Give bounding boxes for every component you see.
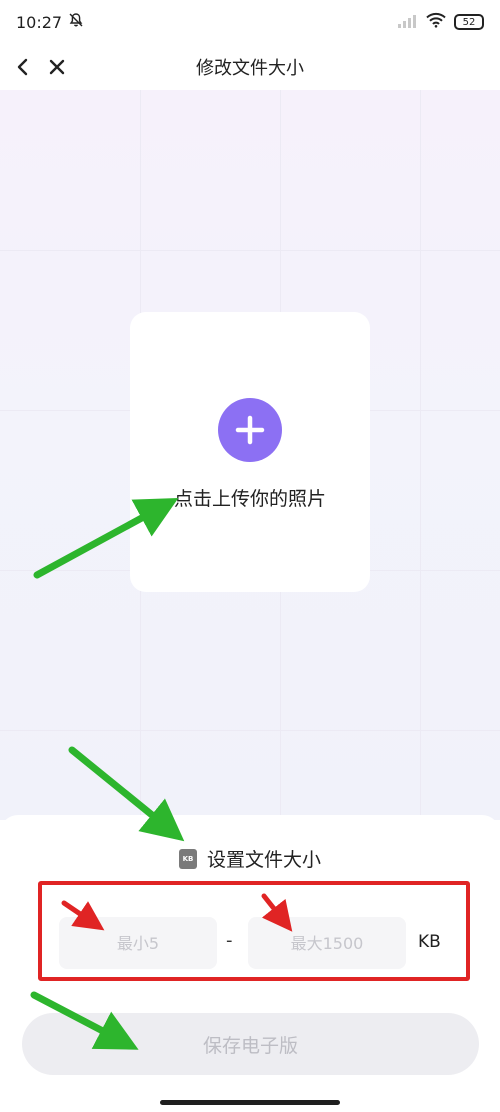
plus-icon	[235, 415, 265, 445]
close-icon	[49, 59, 65, 75]
home-indicator	[160, 1100, 340, 1105]
signal-icon	[398, 13, 418, 32]
nav-bar: 修改文件大小	[0, 44, 500, 90]
back-button[interactable]	[8, 52, 38, 82]
upload-photo-label: 点击上传你的照片	[173, 488, 326, 510]
kb-file-icon: KB	[178, 848, 197, 869]
range-separator: -	[226, 930, 233, 951]
upload-photo-card[interactable]: 点击上传你的照片	[130, 312, 370, 592]
status-right: 52	[398, 12, 484, 32]
grid-line	[0, 730, 500, 731]
wifi-icon	[426, 12, 446, 32]
status-time: 10:27	[16, 12, 63, 32]
file-size-panel: KB 设置文件大小 - KB 保存电子版	[0, 815, 500, 1112]
status-left: 10:27	[16, 12, 84, 32]
section-title: 设置文件大小	[206, 849, 321, 871]
status-bar: 10:27 52	[0, 0, 500, 44]
grid-line	[0, 250, 500, 251]
grid-line	[420, 90, 421, 820]
min-size-input[interactable]	[59, 917, 217, 969]
back-chevron-icon	[17, 58, 28, 76]
bell-off-icon	[68, 12, 84, 32]
unit-label: KB	[418, 932, 441, 952]
add-photo-button[interactable]	[218, 398, 282, 462]
section-header: KB 设置文件大小	[0, 845, 500, 872]
close-button[interactable]	[42, 52, 72, 82]
save-electronic-button[interactable]: 保存电子版	[22, 1013, 479, 1075]
max-size-input[interactable]	[248, 917, 406, 969]
battery-icon: 52	[454, 14, 484, 30]
page-title: 修改文件大小	[196, 58, 304, 79]
